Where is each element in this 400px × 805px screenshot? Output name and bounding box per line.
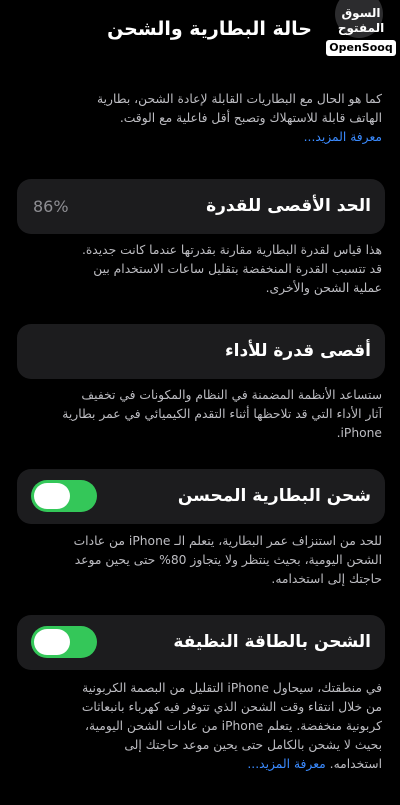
description-line: ستساعد الأنظمة المضمنة في النظام والمكون… (81, 388, 382, 402)
optimized-charging-toggle[interactable] (31, 480, 97, 512)
description-line: هذا قياس لقدرة البطارية مقارنة بقدرتها ع… (81, 243, 382, 257)
clean-energy-row: الشحن بالطاقة النظيفة (17, 615, 385, 670)
toggle-knob (34, 629, 70, 655)
max-capacity-description: هذا قياس لقدرة البطارية مقارنة بقدرتها ع… (22, 241, 382, 298)
description-line: للحد من استنزاف عمر البطارية، يتعلم الـ … (73, 534, 382, 548)
description-line: من خلال انتقاء وقت الشحن الذي تتوفر فيه … (81, 700, 382, 714)
description-line: حاجتك إلى استخدامه. (271, 572, 382, 586)
peak-performance-description: ستساعد الأنظمة المضمنة في النظام والمكون… (22, 386, 382, 443)
peak-performance-row[interactable]: أقصى قدرة للأداء (17, 324, 385, 379)
watermark-arabic: السوق المفتوح (337, 6, 385, 35)
description-line: آثار الأداء التي قد تلاحظها أثناء التقدم… (62, 407, 382, 421)
description-line: كربونية منخفضة. يتعلم iPhone من عادات ال… (85, 719, 382, 733)
max-capacity-label: الحد الأقصى للقدرة (206, 196, 371, 216)
optimized-charging-row: شحن البطارية المحسن (17, 469, 385, 524)
page-title: حالة البطارية والشحن (107, 18, 312, 40)
clean-energy-label: الشحن بالطاقة النظيفة (173, 632, 371, 652)
max-capacity-value: 86% (33, 197, 69, 216)
optimized-charging-label: شحن البطارية المحسن (177, 486, 371, 506)
description-line: iPhone. (336, 426, 382, 440)
description-line: في منطقتك، سيحاول iPhone التقليل من البص… (82, 681, 382, 695)
intro-line: الهاتف قابلة للاستهلاك وتصبح أقل فاعلية … (119, 111, 382, 125)
description-line: بحيث لا يشحن بالكامل حتى يحين موعد حاجتك… (124, 738, 382, 752)
intro-description: كما هو الحال مع البطاريات القابلة لإعادة… (22, 90, 382, 147)
clean-energy-description: في منطقتك، سيحاول iPhone التقليل من البص… (22, 679, 382, 774)
description-line: الشحن اليومية، بحيث ينتظر ولا يتجاوز 80%… (74, 553, 382, 567)
description-last-line: استخدامه. معرفة المزيد... (22, 755, 382, 774)
learn-more-link[interactable]: معرفة المزيد... (22, 128, 382, 147)
peak-performance-label: أقصى قدرة للأداء (224, 341, 371, 361)
max-capacity-row: الحد الأقصى للقدرة 86% (17, 179, 385, 234)
learn-more-link[interactable]: معرفة المزيد... (247, 757, 325, 771)
description-line: قد تتسبب القدرة المنخفضة بتقليل ساعات ال… (93, 262, 382, 276)
clean-energy-toggle[interactable] (31, 626, 97, 658)
navigation-header: السوق المفتوح OpenSooq حالة البطارية وال… (0, 0, 400, 60)
description-line: عملية الشحن والأخرى. (265, 281, 382, 295)
description-text: استخدامه. (329, 757, 382, 771)
intro-line: كما هو الحال مع البطاريات القابلة لإعادة… (97, 92, 382, 106)
watermark-logo: السوق المفتوح OpenSooq (326, 6, 396, 56)
watermark-english: OpenSooq (326, 40, 396, 56)
toggle-knob (34, 483, 70, 509)
optimized-charging-description: للحد من استنزاف عمر البطارية، يتعلم الـ … (22, 532, 382, 589)
